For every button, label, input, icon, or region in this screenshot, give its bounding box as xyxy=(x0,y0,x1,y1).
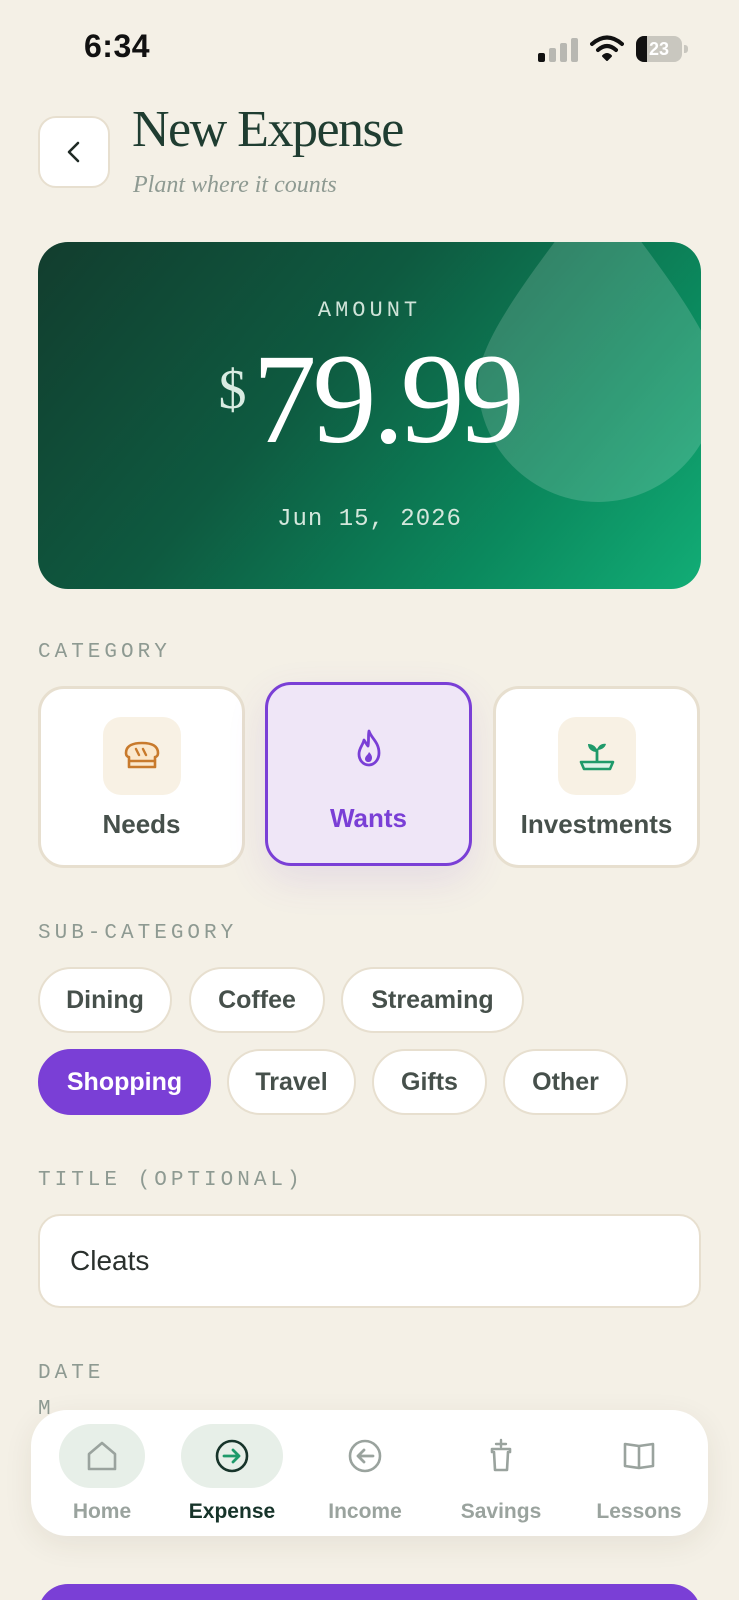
save-expense-button[interactable] xyxy=(38,1584,701,1600)
nav-expense[interactable]: Expense xyxy=(177,1424,287,1524)
chevron-left-icon xyxy=(67,141,80,163)
amount-card[interactable]: AMOUNT $79.99 Jun 15, 2026 xyxy=(38,242,701,589)
nav-lessons[interactable]: Lessons xyxy=(579,1424,699,1524)
nav-home-label: Home xyxy=(72,1500,132,1523)
page-subtitle: Plant where it counts xyxy=(133,172,337,198)
jar-icon xyxy=(490,1438,512,1472)
battery-percent: 23 xyxy=(648,39,670,59)
currency-symbol: $ xyxy=(218,359,247,421)
battery-icon: 23 xyxy=(636,36,688,62)
amount-display: $79.99 xyxy=(38,326,701,473)
nav-income-label: Income xyxy=(328,1500,402,1523)
amount-date: Jun 15, 2026 xyxy=(277,506,462,533)
bread-icon xyxy=(124,741,160,769)
flame-icon xyxy=(357,729,381,767)
nav-savings-label: Savings xyxy=(460,1500,542,1523)
bottom-nav: Home Expense Income Savings Lessons xyxy=(31,1410,708,1536)
category-needs-label: Needs xyxy=(102,809,181,839)
date-field-label: DATE xyxy=(38,1362,105,1385)
wifi-icon xyxy=(590,35,624,61)
title-input[interactable] xyxy=(38,1214,701,1308)
title-field-label: TITLE (OPTIONAL) xyxy=(38,1169,304,1192)
chip-dining[interactable]: Dining xyxy=(38,967,172,1033)
subcategory-label: SUB-CATEGORY xyxy=(38,922,238,945)
chip-streaming[interactable]: Streaming xyxy=(341,967,524,1033)
chip-travel[interactable]: Travel xyxy=(227,1049,356,1115)
amount-value: 79.99 xyxy=(252,328,525,470)
nav-income[interactable]: Income xyxy=(310,1424,420,1524)
nav-savings[interactable]: Savings xyxy=(436,1424,566,1524)
category-wants[interactable]: Wants xyxy=(265,682,472,866)
category-label: CATEGORY xyxy=(38,641,171,664)
cellular-signal-icon xyxy=(538,36,578,62)
category-investments[interactable]: Investments xyxy=(493,686,700,868)
category-wants-label: Wants xyxy=(329,803,408,833)
back-button[interactable] xyxy=(38,116,110,188)
category-needs[interactable]: Needs xyxy=(38,686,245,868)
arrow-right-circle-icon xyxy=(215,1439,249,1473)
chip-coffee[interactable]: Coffee xyxy=(189,967,325,1033)
home-icon xyxy=(87,1441,117,1471)
nav-expense-label: Expense xyxy=(188,1500,276,1523)
category-investments-label: Investments xyxy=(520,809,673,839)
arrow-left-circle-icon xyxy=(348,1439,382,1473)
chip-other[interactable]: Other xyxy=(503,1049,628,1115)
amount-label: AMOUNT xyxy=(317,298,422,323)
chip-gifts[interactable]: Gifts xyxy=(372,1049,487,1115)
sprout-icon xyxy=(579,743,615,771)
chip-shopping[interactable]: Shopping xyxy=(38,1049,211,1115)
page-title: New Expense xyxy=(132,101,404,158)
book-icon xyxy=(623,1442,655,1470)
nav-lessons-label: Lessons xyxy=(596,1500,682,1523)
nav-home[interactable]: Home xyxy=(51,1424,153,1524)
status-time: 6:34 xyxy=(84,28,151,64)
